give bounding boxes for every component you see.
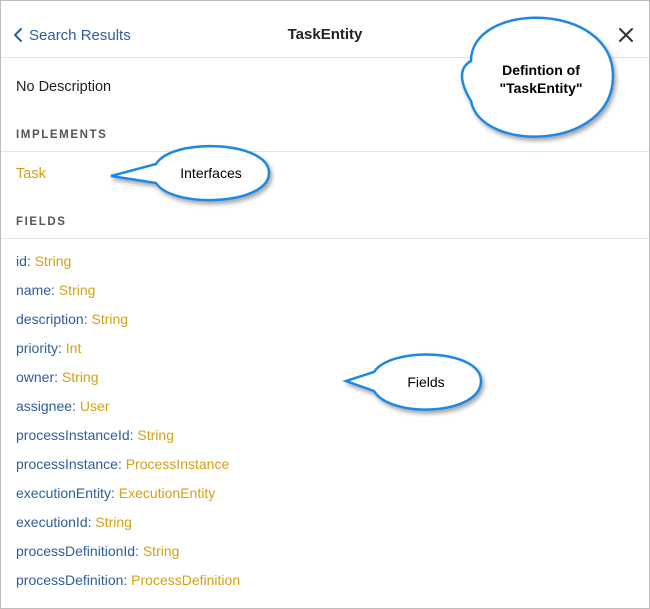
field-type-link[interactable]: String (137, 427, 174, 443)
field-type-link[interactable]: ExecutionEntity (119, 485, 216, 501)
field-type-link[interactable]: String (35, 253, 72, 269)
field-name: id (16, 253, 27, 269)
field-type-link[interactable]: String (62, 369, 99, 385)
fields-list: id: String name: String description: Str… (16, 253, 240, 601)
fields-divider (1, 238, 649, 239)
field-type-link[interactable]: String (59, 282, 96, 298)
schema-docs-panel: Search Results TaskEntity No Description… (0, 0, 650, 609)
field-row: priority: Int (16, 340, 82, 356)
fields-heading: FIELDS (16, 216, 67, 228)
field-name: executionId (16, 514, 88, 530)
field-type-link[interactable]: User (80, 398, 110, 414)
field-type-link[interactable]: String (143, 543, 180, 559)
field-name: processInstance (16, 456, 118, 472)
field-name: executionEntity (16, 485, 111, 501)
field-row: executionId: String (16, 514, 132, 530)
implements-divider (1, 151, 649, 152)
field-row: description: String (16, 311, 129, 327)
field-row: id: String (16, 253, 72, 269)
field-name: processInstanceId (16, 427, 130, 443)
field-type-link[interactable]: Int (66, 340, 82, 356)
field-row: processDefinitionId: String (16, 543, 180, 559)
definition-callout-line2: "TaskEntity" (499, 80, 583, 96)
field-row: processInstance: ProcessInstance (16, 456, 230, 472)
field-row: name: String (16, 282, 96, 298)
interface-link-task[interactable]: Task (16, 166, 46, 182)
close-button[interactable] (616, 25, 636, 45)
field-name: name (16, 282, 52, 298)
definition-callout-text: Defintion of "TaskEntity" (481, 61, 601, 97)
field-row: assignee: User (16, 398, 110, 414)
field-name: owner (16, 369, 55, 385)
field-name: priority (16, 340, 59, 356)
field-row: owner: String (16, 369, 99, 385)
interfaces-callout-text: Interfaces (180, 165, 242, 181)
field-row: processInstanceId: String (16, 427, 174, 443)
field-name: processDefinitionId (16, 543, 136, 559)
type-description: No Description (16, 79, 112, 95)
definition-callout-line1: Defintion of (502, 62, 580, 78)
fields-callout-text: Fields (407, 374, 445, 390)
panel-header: Search Results TaskEntity (1, 1, 649, 58)
implements-heading: IMPLEMENTS (16, 129, 108, 141)
close-icon (619, 28, 633, 42)
field-name: assignee (16, 398, 73, 414)
field-type-link[interactable]: String (91, 311, 128, 327)
field-name: description (16, 311, 84, 327)
page-title: TaskEntity (287, 26, 363, 43)
scroll-fade (1, 586, 649, 608)
field-row: executionEntity: ExecutionEntity (16, 485, 216, 501)
field-type-link[interactable]: ProcessInstance (126, 456, 230, 472)
field-type-link[interactable]: String (95, 514, 132, 530)
